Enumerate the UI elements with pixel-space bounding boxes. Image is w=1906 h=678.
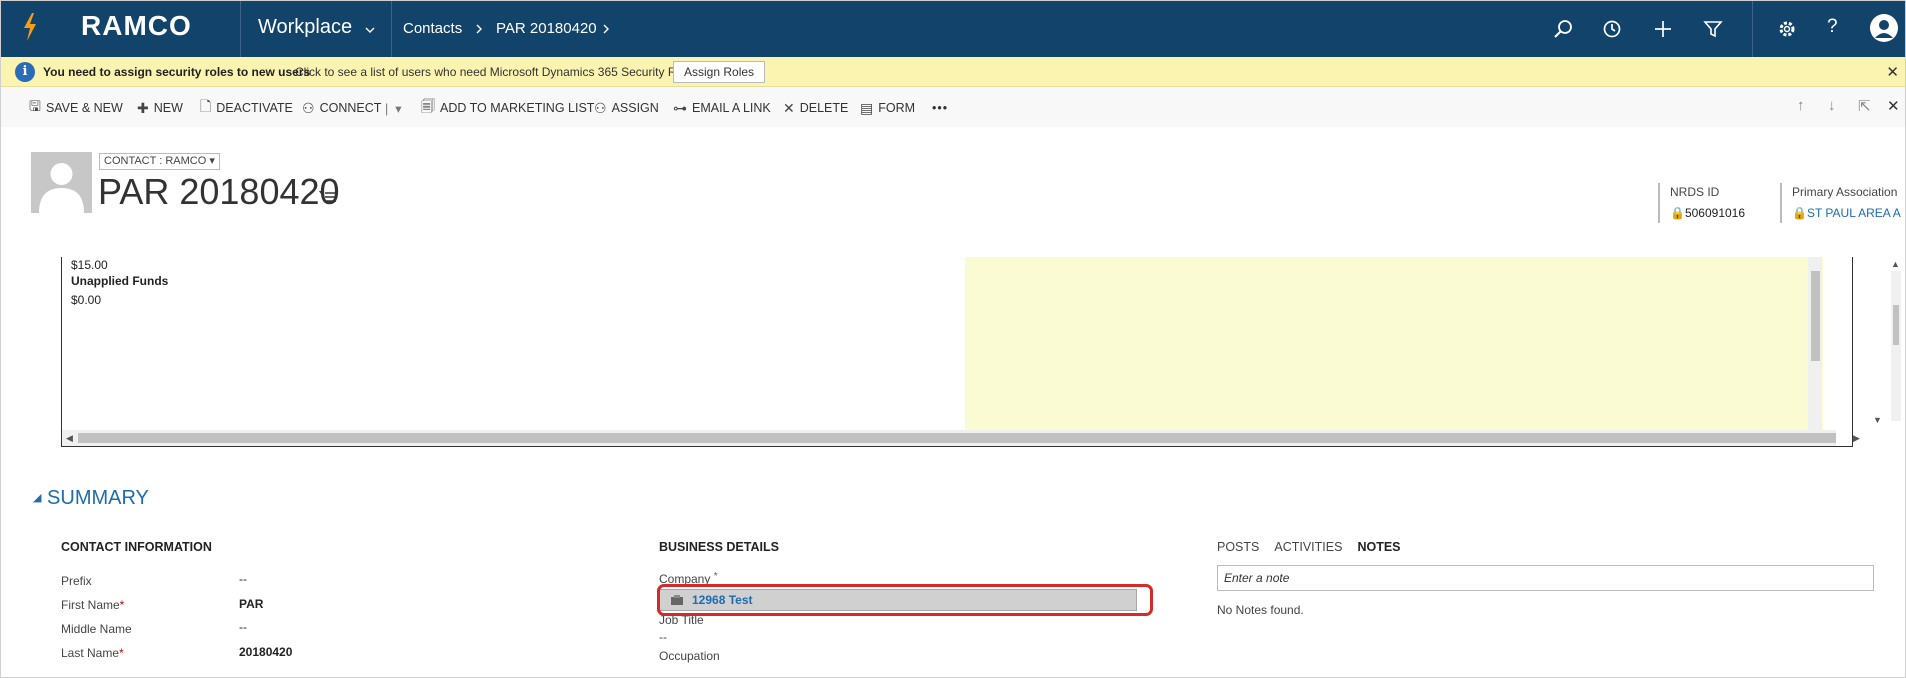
embedded-iframe: $15.00 Unapplied Funds $0.00 — [61, 257, 1853, 447]
app-window: RAMCO Workplace Contacts PAR 20180420 ? … — [0, 0, 1906, 678]
job-title-value[interactable]: -- — [659, 630, 667, 644]
prefix-label: Prefix — [61, 574, 92, 588]
deactivate-button[interactable]: 🗋 DEACTIVATE — [200, 98, 293, 117]
chevron-down-icon[interactable] — [365, 25, 375, 35]
header-field-nrds-id: NRDS ID 🔒506091016 — [1658, 183, 1745, 223]
vertical-scrollbar[interactable] — [1808, 257, 1822, 430]
dynamics-bolt-icon[interactable] — [23, 13, 37, 41]
connect-button[interactable]: ⚇ CONNECT — [302, 99, 381, 117]
header-field-primary-association: Primary Association 🔒ST PAUL AREA A — [1780, 183, 1905, 223]
gear-icon[interactable] — [1776, 18, 1798, 40]
notification-message[interactable]: Click to see a list of users who need Mi… — [295, 65, 702, 79]
contact-avatar[interactable] — [31, 152, 92, 213]
prefix-value[interactable]: -- — [239, 572, 247, 586]
form-icon: ▤ — [860, 99, 874, 116]
notification-bar: i You need to assign security roles to n… — [1, 57, 1905, 87]
note-input[interactable]: Enter a note — [1217, 565, 1874, 591]
summary-section-toggle[interactable]: ◢ SUMMARY — [33, 487, 149, 510]
tab-notes[interactable]: NOTES — [1357, 540, 1400, 554]
connect-dropdown[interactable]: | ▾ — [385, 99, 401, 117]
horizontal-scrollbar[interactable] — [62, 430, 1836, 446]
breadcrumb-contacts[interactable]: Contacts — [403, 20, 462, 37]
delete-button[interactable]: ✕ DELETE — [783, 99, 848, 117]
previous-record-icon[interactable]: ↑ — [1797, 97, 1805, 114]
save-new-button[interactable]: 🖫 SAVE & NEW — [29, 98, 123, 117]
info-icon: i — [15, 62, 35, 82]
connect-icon: ⚇ — [302, 99, 315, 116]
filter-icon[interactable] — [1702, 18, 1724, 40]
close-icon[interactable]: ✕ — [1886, 63, 1899, 81]
page-scrollbar[interactable] — [1891, 271, 1901, 421]
next-record-icon[interactable]: ↓ — [1828, 97, 1836, 114]
scroll-down-icon[interactable]: ▼ — [1873, 415, 1882, 425]
search-icon[interactable] — [1552, 18, 1574, 40]
email-link-button[interactable]: ⊶ EMAIL A LINK — [673, 99, 771, 117]
tab-posts[interactable]: POSTS — [1217, 540, 1259, 554]
lock-icon: 🔒 — [1670, 206, 1685, 220]
top-navigation-bar: RAMCO Workplace Contacts PAR 20180420 ? — [1, 1, 1905, 57]
lock-icon: 🔒 — [1792, 206, 1807, 220]
assign-roles-button[interactable]: Assign Roles — [673, 61, 766, 83]
link-icon: ⊶ — [673, 99, 687, 116]
occupation-label: Occupation — [659, 649, 720, 663]
scroll-left-icon[interactable]: ◀ — [66, 433, 73, 444]
more-commands-button[interactable]: ••• — [932, 99, 948, 117]
contact-information-title: CONTACT INFORMATION — [61, 540, 212, 554]
business-details-title: BUSINESS DETAILS — [659, 540, 779, 554]
chevron-right-icon — [476, 24, 482, 34]
notification-title: You need to assign security roles to new… — [43, 65, 311, 79]
help-icon[interactable]: ? — [1827, 16, 1838, 38]
ramco-logo: RAMCO — [81, 10, 192, 41]
tab-activities[interactable]: ACTIVITIES — [1274, 540, 1342, 554]
social-pane-tabs: POSTS ACTIVITIES NOTES — [1217, 540, 1401, 554]
plus-icon[interactable] — [1652, 18, 1674, 40]
command-bar: 🖫 SAVE & NEW ✚ NEW 🗋 DEACTIVATE ⚇ CONNECT | … — [1, 87, 1905, 127]
no-notes-message: No Notes found. — [1217, 603, 1304, 617]
delete-icon: ✕ — [783, 99, 795, 116]
record-title: PAR 20180420 — [98, 171, 340, 212]
first-name-value[interactable]: PAR — [239, 597, 263, 611]
scroll-right-icon[interactable]: ▶ — [1853, 433, 1860, 444]
breadcrumb-record[interactable]: PAR 20180420 — [496, 20, 597, 37]
plus-icon: ✚ — [137, 99, 149, 116]
close-form-icon[interactable]: ✕ — [1887, 97, 1900, 115]
last-name-value[interactable]: 20180420 — [239, 645, 292, 659]
assign-button[interactable]: ⚇ ASSIGN — [594, 99, 659, 117]
form-button[interactable]: ▤ FORM — [860, 99, 915, 117]
last-name-label: Last Name* — [61, 646, 124, 660]
middle-name-label: Middle Name — [61, 622, 132, 636]
first-name-label: First Name* — [61, 598, 125, 612]
highlight-annotation — [657, 584, 1153, 616]
marketing-list-icon: 🗐 — [421, 98, 435, 114]
scroll-up-icon[interactable]: ▲ — [1891, 259, 1900, 269]
assign-icon: ⚇ — [594, 99, 607, 116]
pop-out-icon[interactable]: ⇱ — [1858, 97, 1871, 115]
history-icon[interactable] — [1601, 18, 1623, 40]
chevron-right-icon[interactable] — [601, 24, 611, 34]
middle-name-value[interactable]: -- — [239, 620, 247, 634]
add-to-marketing-list-button[interactable]: 🗐 ADD TO MARKETING LIST — [421, 98, 594, 117]
record-menu-icon[interactable] — [319, 190, 337, 202]
form-selector[interactable]: CONTACT : RAMCO ▾ — [99, 153, 220, 170]
app-switcher[interactable]: Workplace — [258, 16, 352, 39]
save-icon: 🖫 — [29, 98, 41, 114]
collapse-icon: ◢ — [33, 492, 42, 504]
deactivate-icon: 🗋 — [200, 98, 212, 114]
new-button[interactable]: ✚ NEW — [137, 99, 183, 117]
user-icon[interactable] — [1869, 13, 1899, 43]
